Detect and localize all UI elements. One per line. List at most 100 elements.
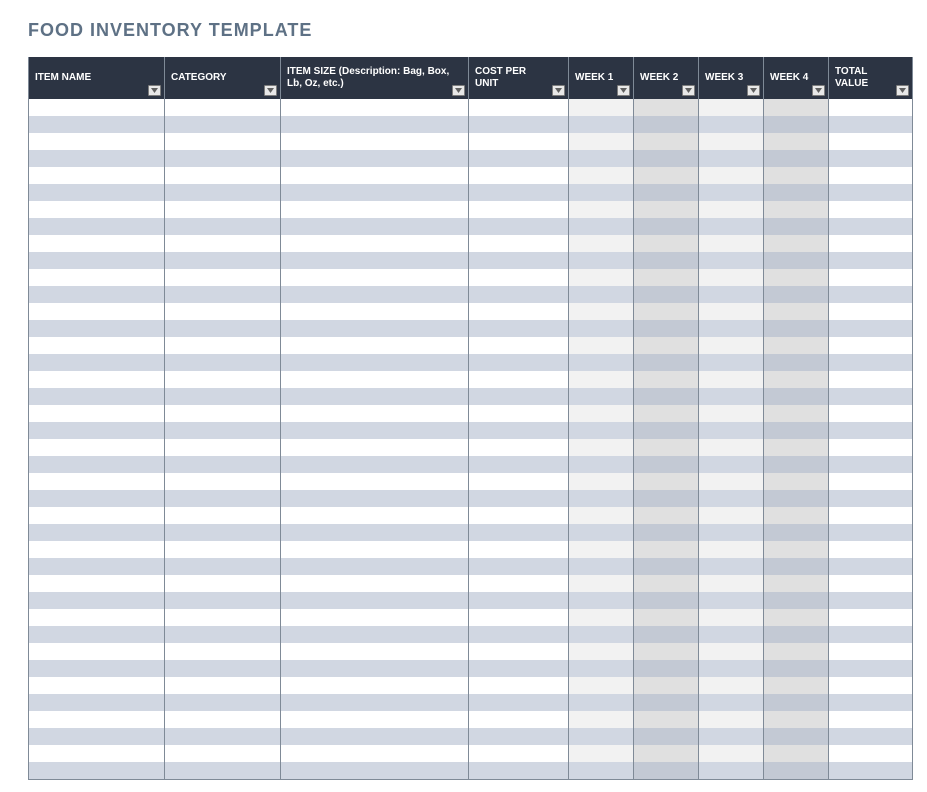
table-cell[interactable] [764,252,829,269]
table-cell[interactable] [165,99,281,116]
table-cell[interactable] [29,490,165,507]
table-cell[interactable] [569,252,634,269]
table-cell[interactable] [469,269,569,286]
table-cell[interactable] [764,184,829,201]
table-cell[interactable] [29,762,165,779]
table-cell[interactable] [569,201,634,218]
table-cell[interactable] [829,558,912,575]
table-cell[interactable] [829,745,912,762]
table-cell[interactable] [829,286,912,303]
table-cell[interactable] [469,694,569,711]
table-cell[interactable] [634,694,699,711]
table-cell[interactable] [165,762,281,779]
table-cell[interactable] [829,371,912,388]
table-cell[interactable] [469,592,569,609]
table-cell[interactable] [29,337,165,354]
table-cell[interactable] [281,320,469,337]
table-cell[interactable] [634,133,699,150]
table-cell[interactable] [764,524,829,541]
table-cell[interactable] [165,745,281,762]
table-cell[interactable] [165,337,281,354]
table-cell[interactable] [29,388,165,405]
table-cell[interactable] [281,473,469,490]
table-cell[interactable] [699,626,764,643]
table-cell[interactable] [29,677,165,694]
table-cell[interactable] [634,235,699,252]
table-cell[interactable] [829,303,912,320]
table-cell[interactable] [764,439,829,456]
table-cell[interactable] [829,456,912,473]
table-cell[interactable] [469,388,569,405]
table-cell[interactable] [764,303,829,320]
table-cell[interactable] [29,609,165,626]
table-cell[interactable] [281,728,469,745]
table-cell[interactable] [281,626,469,643]
table-cell[interactable] [165,541,281,558]
table-cell[interactable] [569,660,634,677]
table-cell[interactable] [29,524,165,541]
table-cell[interactable] [764,643,829,660]
table-cell[interactable] [281,388,469,405]
table-cell[interactable] [569,524,634,541]
table-cell[interactable] [569,575,634,592]
table-cell[interactable] [281,150,469,167]
table-cell[interactable] [29,643,165,660]
table-cell[interactable] [569,490,634,507]
table-cell[interactable] [569,592,634,609]
table-cell[interactable] [281,677,469,694]
table-cell[interactable] [469,167,569,184]
table-cell[interactable] [829,677,912,694]
table-cell[interactable] [699,286,764,303]
table-cell[interactable] [29,252,165,269]
table-cell[interactable] [699,320,764,337]
table-cell[interactable] [699,575,764,592]
table-cell[interactable] [829,660,912,677]
table-cell[interactable] [165,320,281,337]
table-cell[interactable] [165,422,281,439]
table-cell[interactable] [634,405,699,422]
table-cell[interactable] [764,694,829,711]
table-cell[interactable] [569,303,634,320]
table-cell[interactable] [29,745,165,762]
table-cell[interactable] [281,269,469,286]
table-cell[interactable] [569,116,634,133]
table-cell[interactable] [569,439,634,456]
table-cell[interactable] [165,235,281,252]
table-cell[interactable] [764,711,829,728]
table-cell[interactable] [829,337,912,354]
table-cell[interactable] [569,218,634,235]
table-cell[interactable] [569,99,634,116]
table-cell[interactable] [634,762,699,779]
table-cell[interactable] [699,337,764,354]
table-cell[interactable] [469,677,569,694]
table-cell[interactable] [829,150,912,167]
table-cell[interactable] [281,439,469,456]
table-cell[interactable] [764,677,829,694]
table-cell[interactable] [699,167,764,184]
table-cell[interactable] [29,218,165,235]
table-cell[interactable] [764,218,829,235]
table-cell[interactable] [165,694,281,711]
table-cell[interactable] [281,252,469,269]
table-cell[interactable] [764,456,829,473]
table-cell[interactable] [699,201,764,218]
table-cell[interactable] [469,575,569,592]
filter-dropdown-icon[interactable] [452,85,465,96]
table-cell[interactable] [281,643,469,660]
table-cell[interactable] [634,337,699,354]
table-cell[interactable] [165,473,281,490]
table-cell[interactable] [165,439,281,456]
table-cell[interactable] [281,541,469,558]
table-cell[interactable] [281,694,469,711]
table-cell[interactable] [165,660,281,677]
table-cell[interactable] [165,677,281,694]
table-cell[interactable] [634,439,699,456]
table-cell[interactable] [699,303,764,320]
table-cell[interactable] [29,405,165,422]
table-cell[interactable] [469,490,569,507]
table-cell[interactable] [699,660,764,677]
table-cell[interactable] [634,167,699,184]
table-cell[interactable] [699,541,764,558]
table-cell[interactable] [634,473,699,490]
table-cell[interactable] [634,728,699,745]
